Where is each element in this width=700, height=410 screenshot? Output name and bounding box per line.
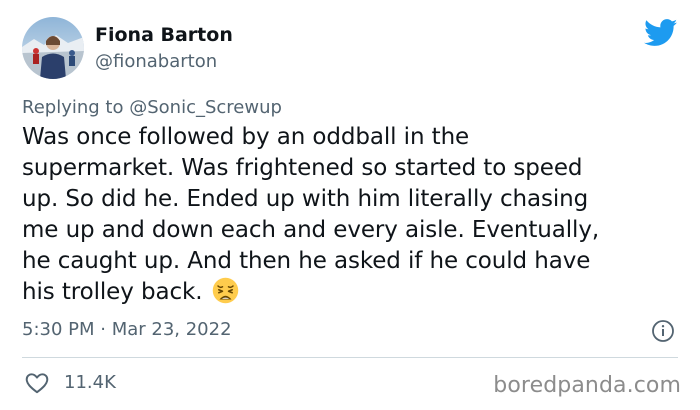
reply-prefix: Replying to <box>22 97 124 118</box>
reply-context: Replying to @Sonic_Screwup <box>22 96 282 120</box>
twitter-bird-icon[interactable] <box>644 19 678 47</box>
heart-icon[interactable] <box>24 370 50 396</box>
like-count: 11.4K <box>64 372 116 393</box>
like-button[interactable]: 11.4K <box>24 370 116 396</box>
tweet-card: Fiona Barton @fionabarton Replying to @S… <box>0 0 700 410</box>
tweet-timestamp[interactable]: 5:30 PM · Mar 23, 2022 <box>22 318 232 342</box>
source-watermark: boredpanda.com <box>493 373 681 398</box>
avatar[interactable] <box>22 17 84 79</box>
divider <box>22 357 678 358</box>
reply-mention-link[interactable]: @Sonic_Screwup <box>129 97 282 118</box>
tweet-body: Was once followed by an oddball in the s… <box>22 122 682 308</box>
author-handle[interactable]: @fionabarton <box>95 50 217 74</box>
tweet-text: Was once followed by an oddball in the s… <box>22 124 600 305</box>
weary-face-emoji <box>212 277 239 304</box>
info-icon[interactable] <box>651 319 675 343</box>
author-display-name[interactable]: Fiona Barton <box>95 22 233 48</box>
